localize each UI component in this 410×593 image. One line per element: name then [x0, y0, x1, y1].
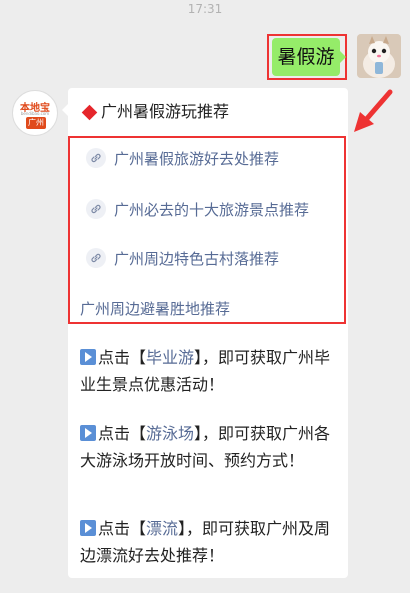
link-label: 广州暑假旅游好去处推荐	[114, 150, 280, 168]
keyword-paragraph: 点击【游泳场】，即可获取广州各大游泳场开放时间、预约方式！	[80, 420, 342, 474]
paragraph-prefix: 点击【	[98, 519, 147, 538]
play-icon	[80, 520, 96, 536]
link-icon	[86, 147, 106, 168]
arrow-icon	[354, 89, 393, 132]
logo-city: 广州	[26, 117, 46, 129]
cat-avatar-image	[357, 34, 401, 78]
timestamp: 17:31	[187, 2, 223, 16]
link-icon	[86, 247, 106, 268]
link-item[interactable]: 广州必去的十大旅游景点推荐	[86, 198, 310, 221]
red-diamond-icon	[81, 104, 98, 120]
link-icon	[86, 198, 106, 219]
play-icon	[80, 349, 96, 365]
keyword-link[interactable]: 游泳场	[146, 424, 194, 443]
user-avatar[interactable]	[357, 34, 401, 78]
user-message-bubble[interactable]: 暑假游	[272, 38, 346, 76]
link-item[interactable]: 广州周边特色古村落推荐	[86, 247, 280, 270]
play-icon	[80, 425, 96, 441]
card-title: 广州暑假游玩推荐	[80, 98, 229, 122]
keyword-paragraph: 点击【漂流】，即可获取广州及周边漂流好去处推荐！	[80, 515, 342, 569]
logo-subtext: bendibao.com	[20, 111, 50, 116]
card-title-text: 广州暑假游玩推荐	[101, 102, 230, 121]
keyword-paragraph: 点击【毕业游】，即可获取广州毕业生景点优惠活动！	[80, 344, 342, 398]
keyword-link[interactable]: 毕业游	[146, 348, 194, 367]
keyword-link[interactable]: 漂流	[146, 519, 178, 538]
link-item[interactable]: 广州暑假旅游好去处推荐	[86, 147, 280, 170]
paragraph-prefix: 点击【	[98, 424, 147, 443]
link-label: 广州必去的十大旅游景点推荐	[114, 201, 310, 219]
bot-avatar[interactable]: 本地宝 bendibao.com 广州	[12, 90, 58, 136]
plain-link[interactable]: 广州周边避暑胜地推荐	[80, 298, 230, 319]
paragraph-prefix: 点击【	[98, 348, 147, 367]
link-label: 广州周边特色古村落推荐	[114, 250, 280, 268]
